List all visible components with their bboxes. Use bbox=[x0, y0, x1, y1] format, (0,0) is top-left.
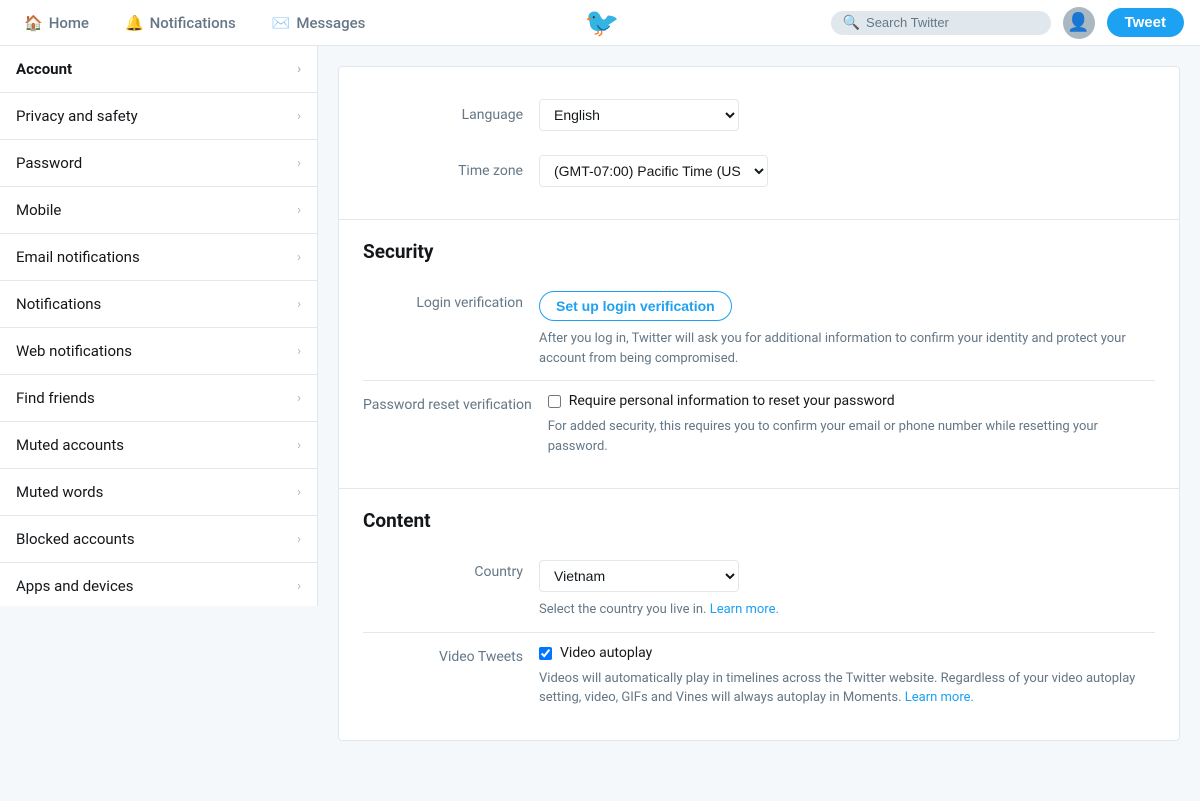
login-verification-description: After you log in, Twitter will ask you f… bbox=[539, 329, 1155, 368]
topnav-center: 🐦 bbox=[373, 6, 830, 39]
country-description: Select the country you live in. Learn mo… bbox=[539, 600, 1155, 620]
sidebar-label-muted-words: Muted words bbox=[16, 483, 103, 501]
sidebar-item-notifications[interactable]: Notifications › bbox=[0, 281, 317, 328]
video-autoplay-description-text: Videos will automatically play in timeli… bbox=[539, 671, 1135, 706]
tweet-button[interactable]: Tweet bbox=[1107, 8, 1184, 37]
video-tweets-label: Video Tweets bbox=[363, 645, 523, 665]
country-label: Country bbox=[363, 560, 523, 580]
require-personal-checkbox[interactable] bbox=[548, 395, 561, 408]
password-reset-content: Require personal information to reset yo… bbox=[548, 393, 1155, 456]
video-learn-more-link[interactable]: Learn more. bbox=[905, 690, 974, 705]
sidebar-label-web-notifications: Web notifications bbox=[16, 342, 132, 360]
require-personal-row: Require personal information to reset yo… bbox=[548, 393, 1155, 409]
content-section: Content Country Vietnam Select the count… bbox=[339, 489, 1179, 740]
messages-icon: ✉️ bbox=[272, 14, 291, 32]
chevron-right-icon: › bbox=[297, 297, 301, 312]
country-select[interactable]: Vietnam bbox=[539, 560, 739, 592]
sidebar-label-muted-accounts: Muted accounts bbox=[16, 436, 124, 454]
page-wrapper: Account › Privacy and safety › Password … bbox=[0, 46, 1200, 801]
main-content: Language English Time zone (GMT-07:00) P… bbox=[318, 46, 1200, 801]
nav-messages-label: Messages bbox=[296, 14, 365, 32]
content-title: Content bbox=[363, 509, 1155, 532]
timezone-select[interactable]: (GMT-07:00) Pacific Time (US bbox=[539, 155, 768, 187]
twitter-logo: 🐦 bbox=[585, 6, 620, 39]
chevron-right-icon: › bbox=[297, 438, 301, 453]
chevron-right-icon: › bbox=[297, 62, 301, 77]
login-verification-content: Set up login verification After you log … bbox=[539, 291, 1155, 368]
sidebar-item-email-notifications[interactable]: Email notifications › bbox=[0, 234, 317, 281]
sidebar-item-muted-words[interactable]: Muted words › bbox=[0, 469, 317, 516]
sidebar-account-header[interactable]: Account › bbox=[0, 46, 317, 93]
country-learn-more-link[interactable]: Learn more. bbox=[710, 602, 779, 617]
sidebar-label-mobile: Mobile bbox=[16, 201, 61, 219]
password-reset-description: For added security, this requires you to… bbox=[548, 417, 1155, 456]
avatar-icon: 👤 bbox=[1067, 12, 1089, 33]
login-verification-row: Login verification Set up login verifica… bbox=[363, 279, 1155, 381]
settings-card: Language English Time zone (GMT-07:00) P… bbox=[338, 66, 1180, 741]
search-icon: 🔍 bbox=[843, 15, 860, 31]
chevron-right-icon: › bbox=[297, 532, 301, 547]
video-autoplay-description: Videos will automatically play in timeli… bbox=[539, 669, 1155, 708]
security-title: Security bbox=[363, 240, 1155, 263]
sidebar-item-mobile[interactable]: Mobile › bbox=[0, 187, 317, 234]
nav-home[interactable]: 🏠 Home bbox=[16, 10, 97, 36]
sidebar-label-password: Password bbox=[16, 154, 82, 172]
language-select[interactable]: English bbox=[539, 99, 739, 131]
chevron-right-icon: › bbox=[297, 344, 301, 359]
timezone-label: Time zone bbox=[363, 163, 523, 179]
notifications-icon: 🔔 bbox=[125, 14, 144, 32]
nav-home-label: Home bbox=[49, 14, 89, 32]
language-row: Language English bbox=[363, 87, 1155, 143]
password-reset-row: Password reset verification Require pers… bbox=[363, 381, 1155, 468]
avatar[interactable]: 👤 bbox=[1063, 7, 1095, 39]
search-input[interactable] bbox=[866, 15, 1026, 30]
password-reset-label: Password reset verification bbox=[363, 393, 532, 413]
sidebar-item-password[interactable]: Password › bbox=[0, 140, 317, 187]
sidebar-account-label: Account bbox=[16, 60, 72, 78]
nav-messages[interactable]: ✉️ Messages bbox=[264, 10, 374, 36]
sidebar-label-email-notifications: Email notifications bbox=[16, 248, 140, 266]
language-timezone-section: Language English Time zone (GMT-07:00) P… bbox=[339, 67, 1179, 220]
search-box[interactable]: 🔍 bbox=[831, 11, 1051, 35]
chevron-right-icon: › bbox=[297, 250, 301, 265]
sidebar-item-apps-devices[interactable]: Apps and devices › bbox=[0, 563, 317, 606]
video-autoplay-label: Video autoplay bbox=[560, 645, 652, 661]
topnav-left: 🏠 Home 🔔 Notifications ✉️ Messages bbox=[16, 10, 373, 36]
setup-login-verification-button[interactable]: Set up login verification bbox=[539, 291, 732, 321]
home-icon: 🏠 bbox=[24, 14, 43, 32]
chevron-right-icon: › bbox=[297, 203, 301, 218]
sidebar-item-privacy-safety[interactable]: Privacy and safety › bbox=[0, 93, 317, 140]
require-personal-label: Require personal information to reset yo… bbox=[569, 393, 895, 409]
chevron-right-icon: › bbox=[297, 391, 301, 406]
topnav: 🏠 Home 🔔 Notifications ✉️ Messages 🐦 🔍 👤… bbox=[0, 0, 1200, 46]
video-tweets-content: Video autoplay Videos will automatically… bbox=[539, 645, 1155, 708]
nav-notifications[interactable]: 🔔 Notifications bbox=[117, 10, 244, 36]
sidebar-label-apps-devices: Apps and devices bbox=[16, 577, 134, 595]
video-autoplay-row: Video autoplay bbox=[539, 645, 1155, 661]
chevron-right-icon: › bbox=[297, 109, 301, 124]
video-autoplay-checkbox[interactable] bbox=[539, 647, 552, 660]
sidebar: Account › Privacy and safety › Password … bbox=[0, 46, 318, 606]
nav-notifications-label: Notifications bbox=[150, 14, 236, 32]
country-description-text: Select the country you live in. bbox=[539, 602, 706, 617]
login-verification-label: Login verification bbox=[363, 291, 523, 311]
sidebar-item-find-friends[interactable]: Find friends › bbox=[0, 375, 317, 422]
sidebar-item-web-notifications[interactable]: Web notifications › bbox=[0, 328, 317, 375]
topnav-right: 🔍 👤 Tweet bbox=[831, 7, 1184, 39]
chevron-right-icon: › bbox=[297, 579, 301, 594]
sidebar-item-blocked-accounts[interactable]: Blocked accounts › bbox=[0, 516, 317, 563]
language-label: Language bbox=[363, 107, 523, 123]
country-content: Vietnam Select the country you live in. … bbox=[539, 560, 1155, 620]
sidebar-label-blocked-accounts: Blocked accounts bbox=[16, 530, 135, 548]
chevron-right-icon: › bbox=[297, 156, 301, 171]
country-row: Country Vietnam Select the country you l… bbox=[363, 548, 1155, 633]
security-section: Security Login verification Set up login… bbox=[339, 220, 1179, 489]
chevron-right-icon: › bbox=[297, 485, 301, 500]
timezone-row: Time zone (GMT-07:00) Pacific Time (US bbox=[363, 143, 1155, 199]
sidebar-item-muted-accounts[interactable]: Muted accounts › bbox=[0, 422, 317, 469]
sidebar-label-find-friends: Find friends bbox=[16, 389, 95, 407]
sidebar-label-privacy-safety: Privacy and safety bbox=[16, 107, 138, 125]
sidebar-label-notifications: Notifications bbox=[16, 295, 101, 313]
video-tweets-row: Video Tweets Video autoplay Videos will … bbox=[363, 633, 1155, 720]
